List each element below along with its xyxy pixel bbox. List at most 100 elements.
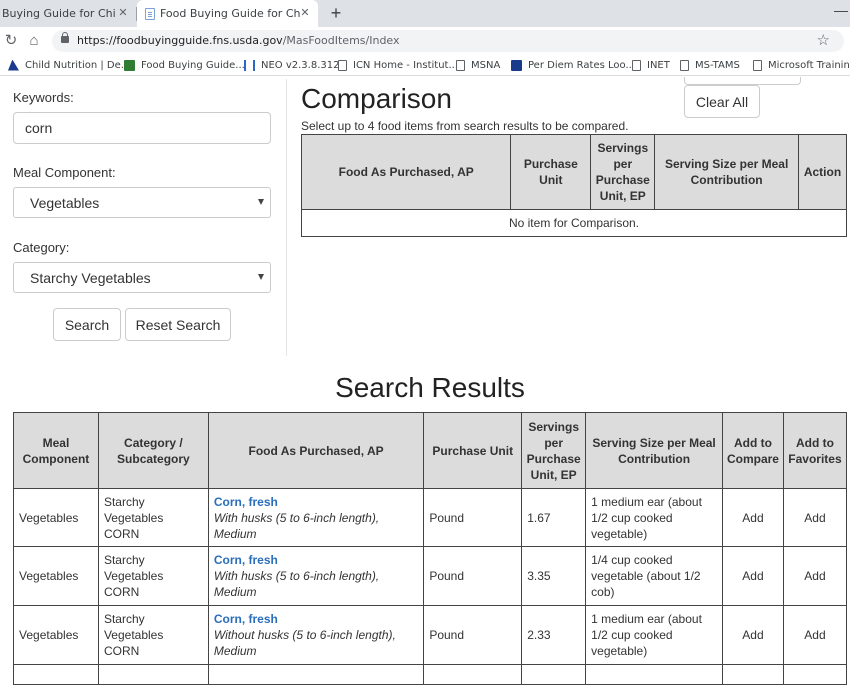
tab-1[interactable]: Buying Guide for Child Nut ✕: [0, 0, 136, 27]
table-row-partial: [13, 664, 848, 685]
home-icon[interactable]: ⌂: [24, 31, 44, 51]
food-name-link[interactable]: Corn, fresh: [214, 611, 418, 627]
new-tab-plus-icon[interactable]: +: [327, 3, 345, 23]
add-to-compare-link[interactable]: Add: [721, 488, 784, 547]
search-button[interactable]: Search: [53, 308, 121, 341]
servings-cell: 2.33: [521, 605, 587, 665]
bookmark-microsoft-training[interactable]: Microsoft Training: [753, 57, 850, 73]
caret-down-icon: [258, 199, 264, 205]
tab-strip: Buying Guide for Child Nut ✕ Food Buying…: [0, 0, 850, 27]
comparison-empty-message: No item for Comparison.: [301, 209, 847, 237]
bookmark-msna[interactable]: MSNA: [456, 57, 500, 73]
empty-cell: [585, 664, 723, 685]
tab-2-title: Food Buying Guide for Child Nut: [160, 7, 300, 20]
servings-cell: 1.67: [521, 488, 587, 547]
empty-cell: [97, 664, 209, 685]
serving-size-cell: 1 medium ear (about 1/2 cup cooked veget…: [585, 488, 723, 547]
results-table: Meal Component Category / Subcategory Fo…: [13, 412, 848, 685]
col-add-favorites: Add to Favorites: [782, 412, 848, 489]
col-category: Category / Subcategory: [97, 412, 209, 489]
serving-size-cell: 1 medium ear (about 1/2 cup cooked veget…: [585, 605, 723, 665]
page-icon: [680, 59, 689, 71]
bookmark-label: Per Diem Rates Loo...: [528, 59, 635, 71]
bookmark-food-buying-guide[interactable]: Food Buying Guide...: [124, 57, 245, 73]
empty-cell: [721, 664, 784, 685]
subcategory-text: CORN: [103, 585, 140, 599]
reset-search-button[interactable]: Reset Search: [125, 308, 231, 341]
address-bar[interactable]: https://foodbuyingguide.fns.usda.gov/Mas…: [52, 30, 844, 52]
bookmark-ms-tams[interactable]: MS-TAMS: [680, 57, 740, 73]
vertical-divider: [286, 79, 287, 356]
bookmark-neo[interactable]: NEO v2.3.8.312: [244, 57, 339, 73]
subcategory-text: CORN: [103, 526, 140, 541]
food-name-link[interactable]: Corn, fresh: [214, 552, 418, 568]
meal-component-select[interactable]: Vegetables: [13, 187, 271, 218]
close-icon[interactable]: ✕: [298, 6, 312, 19]
food-cell: Corn, fresh With husks (5 to 6-inch lengt…: [207, 488, 425, 547]
col-servings: Servings per Purchase Unit, EP: [521, 412, 587, 489]
close-icon[interactable]: ✕: [116, 6, 130, 19]
bookmark-per-diem[interactable]: Per Diem Rates Loo...: [511, 57, 635, 73]
category-value: Starchy Vegetables: [30, 269, 151, 286]
comparison-instructions: Select up to 4 food items from search re…: [301, 119, 629, 133]
comparison-header-row: Food As Purchased, AP Purchase Unit Serv…: [300, 134, 848, 210]
clear-all-button[interactable]: Clear All: [684, 85, 760, 118]
category-select[interactable]: Starchy Vegetables: [13, 262, 271, 293]
meal-component-label: Meal Component:: [13, 165, 116, 180]
page-icon: [456, 59, 465, 71]
category-text: Starchy Vegetables: [103, 612, 164, 642]
lock-icon: [61, 32, 69, 43]
bookmark-label: INET: [647, 59, 670, 71]
tab-2-active[interactable]: Food Buying Guide for Child Nut ✕: [137, 0, 318, 27]
meal-component-cell: Vegetables: [13, 488, 99, 547]
col-meal-component: Meal Component: [13, 412, 99, 489]
food-cell: Corn, fresh Without husks (5 to 6-inch le…: [207, 605, 425, 665]
category-cell: Starchy Vegetables CORN: [97, 546, 209, 606]
add-to-favorites-link[interactable]: Add: [782, 546, 848, 606]
comparison-empty-row: No item for Comparison.: [301, 209, 847, 237]
subcategory-text: CORN: [103, 644, 140, 658]
category-cell: Starchy Vegetables CORN: [97, 488, 209, 547]
tab-1-title: Buying Guide for Child Nut: [2, 7, 115, 20]
category-text: Starchy Vegetables: [103, 553, 164, 583]
keywords-input[interactable]: corn: [13, 112, 271, 144]
add-to-compare-link[interactable]: Add: [721, 605, 784, 665]
col-servings: Servings per Purchase Unit, EP: [590, 134, 656, 210]
empty-cell: [782, 664, 848, 685]
neo-icon: [244, 59, 255, 71]
gvc-icon: [511, 59, 522, 71]
empty-cell: [423, 664, 523, 685]
servings-cell: 3.35: [521, 546, 587, 606]
empty-cell: [521, 664, 587, 685]
page-icon: [753, 59, 762, 71]
col-purchase-unit: Purchase Unit: [510, 134, 592, 210]
bookmark-inet[interactable]: INET: [632, 57, 670, 73]
reload-icon[interactable]: ↻: [1, 31, 21, 51]
meal-component-cell: Vegetables: [13, 605, 99, 665]
bookmark-icn-home[interactable]: ICN Home - Institut...: [338, 57, 458, 73]
minimize-icon[interactable]: —: [834, 2, 848, 18]
col-action: Action: [797, 134, 848, 210]
browser-toolbar: ↻ ⌂ https://foodbuyingguide.fns.usda.gov…: [0, 27, 850, 54]
bookmark-star-icon[interactable]: ☆: [817, 31, 830, 49]
url-text: https://foodbuyingguide.fns.usda.gov/Mas…: [77, 34, 400, 47]
empty-cell: [13, 664, 99, 685]
add-to-compare-link[interactable]: Add: [721, 546, 784, 606]
caret-down-icon: [258, 274, 264, 280]
url-path: /MasFoodItems/Index: [282, 34, 400, 47]
category-cell: Starchy Vegetables CORN: [97, 605, 209, 665]
category-text: Starchy Vegetables: [103, 494, 164, 525]
serving-size-cell: 1/4 cup cooked vegetable (about 1/2 cob): [585, 546, 723, 606]
food-cell: Corn, fresh With husks (5 to 6-inch lengt…: [207, 546, 425, 606]
add-to-favorites-link[interactable]: Add: [782, 488, 848, 547]
bookmark-label: NEO v2.3.8.312: [261, 59, 340, 71]
food-name-link[interactable]: Corn, fresh: [214, 494, 418, 510]
flag-icon: [8, 59, 19, 71]
col-food-as-purchased: Food As Purchased, AP: [207, 412, 425, 489]
table-row: Vegetables Starchy Vegetables CORN Corn, …: [13, 546, 848, 606]
search-results-title: Search Results: [335, 372, 525, 403]
bookmark-child-nutrition[interactable]: Child Nutrition | De...: [8, 57, 130, 73]
table-row: Vegetables Starchy Vegetables CORN Corn, …: [13, 488, 848, 547]
add-to-favorites-link[interactable]: Add: [782, 605, 848, 665]
comparison-table: Food As Purchased, AP Purchase Unit Serv…: [300, 134, 848, 237]
